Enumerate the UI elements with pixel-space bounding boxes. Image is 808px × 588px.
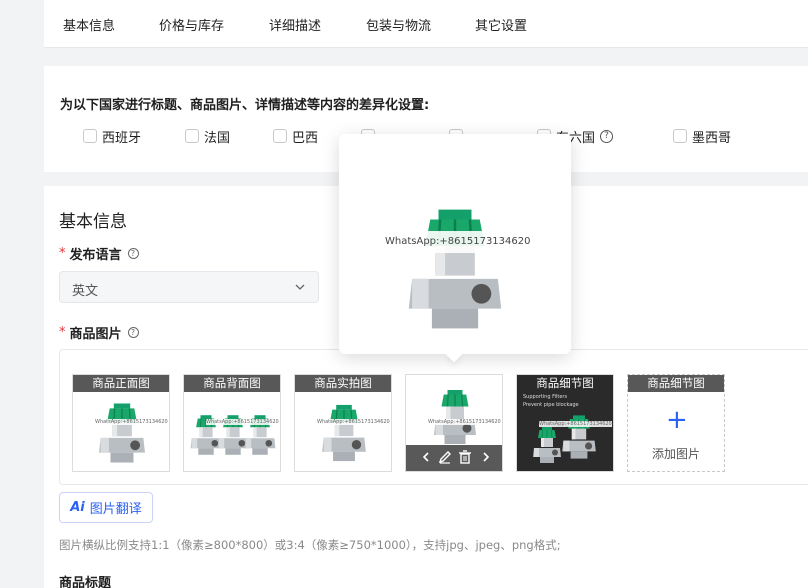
product-image-1[interactable]: WhatsApp:+8615173134620 商品正面图 — [72, 374, 170, 472]
product-image-2[interactable]: WhatsApp:+8615173134620 商品背面图 — [183, 374, 281, 472]
image-watermark: WhatsApp:+8615173134620 — [95, 419, 168, 425]
image-title: 商品背面图 — [184, 375, 280, 392]
product-image-3[interactable]: WhatsApp:+8615173134620 商品实拍图 — [294, 374, 392, 472]
checkbox-box[interactable] — [83, 129, 97, 143]
product-image-5[interactable]: Supporting Filters Prevent pipe blockage… — [516, 374, 614, 472]
country-checkbox-mexico[interactable]: 墨西哥 — [673, 127, 732, 146]
image-translate-label: 图片翻译 — [89, 502, 142, 517]
image-watermark: WhatsApp:+8615173134620 — [206, 419, 279, 425]
detail-text-line-1: Supporting Filters — [523, 394, 568, 400]
chevron-down-icon — [295, 284, 305, 290]
edit-icon[interactable] — [437, 449, 453, 465]
detail-text-line-2: Prevent pipe blockage — [523, 402, 579, 408]
chevron-right-icon[interactable] — [478, 449, 494, 465]
image-watermark: WhatsApp:+8615173134620 — [428, 419, 501, 425]
image-title: 商品细节图 — [536, 376, 594, 390]
plus-icon[interactable]: + — [666, 407, 688, 433]
language-select-value: 英文 — [72, 284, 99, 299]
help-circle-icon[interactable]: ? — [127, 327, 139, 338]
images-label-text: 商品图片 — [69, 327, 122, 342]
checkbox-label: 墨西哥 — [692, 130, 732, 146]
add-image-slot[interactable]: 商品细节图 + 添加图片 — [627, 374, 725, 472]
tab-basic-info[interactable]: 基本信息 — [63, 15, 115, 34]
language-label: * 发布语言 ? — [59, 244, 139, 263]
tab-package-logistics[interactable]: 包装与物流 — [366, 15, 431, 34]
country-checkbox-brazil[interactable]: 巴西 — [273, 127, 319, 146]
product-image-4[interactable]: WhatsApp:+8615173134620 — [405, 374, 503, 472]
add-image-label: 添加图片 — [651, 447, 700, 461]
preview-watermark: WhatsApp:+8615173134620 — [385, 231, 530, 253]
checkbox-box[interactable] — [185, 129, 199, 143]
image-title: 商品实拍图 — [295, 375, 391, 392]
basic-info-title: 基本信息 — [59, 212, 127, 232]
diff-settings-title: 为以下国家进行标题、商品图片、详情描述等内容的差异化设置: — [60, 98, 430, 113]
tab-price-stock[interactable]: 价格与库存 — [159, 15, 224, 34]
images-label: * 商品图片 ? — [59, 323, 139, 342]
product-title-label: 商品标题 — [59, 576, 112, 588]
checkbox-label: 法国 — [204, 130, 231, 146]
checkbox-box[interactable] — [673, 129, 687, 143]
language-select[interactable]: 英文 — [59, 271, 319, 303]
tab-other-settings[interactable]: 其它设置 — [475, 15, 527, 34]
help-circle-icon[interactable]: ? — [127, 248, 139, 259]
chevron-left-icon[interactable] — [418, 449, 434, 465]
help-circle-icon[interactable]: ? — [600, 129, 614, 143]
required-mark: * — [59, 325, 66, 340]
checkbox-label: 西班牙 — [102, 130, 142, 146]
image-title: 商品正面图 — [73, 375, 169, 392]
image-preview-popover: WhatsApp:+8615173134620 — [339, 134, 571, 363]
country-checkbox-france[interactable]: 法国 — [185, 127, 231, 146]
country-checkbox-spain[interactable]: 西班牙 — [83, 127, 142, 146]
image-title: 商品细节图 — [628, 375, 724, 392]
checkbox-box[interactable] — [273, 129, 287, 143]
required-mark: * — [59, 246, 66, 261]
image-watermark: WhatsApp:+8615173134620 — [317, 419, 390, 425]
product-images-panel: WhatsApp:+8615173134620 商品正面图 WhatsApp:+… — [59, 349, 808, 485]
tab-detail-desc[interactable]: 详细描述 — [269, 15, 321, 34]
image-watermark: WhatsApp:+8615173134620 — [539, 421, 612, 427]
tab-bar: 基本信息 价格与库存 详细描述 包装与物流 其它设置 — [44, 0, 808, 48]
ai-icon: Ai — [70, 500, 85, 515]
image-controls — [406, 445, 502, 471]
delete-icon[interactable] — [457, 449, 473, 465]
image-translate-button[interactable]: Ai 图片翻译 — [59, 492, 153, 523]
checkbox-label: 巴西 — [292, 130, 319, 146]
language-label-text: 发布语言 — [69, 248, 122, 263]
image-format-hint: 图片横纵比例支持1:1（像素≥800*800）或3:4（像素≥750*1000）… — [59, 538, 561, 552]
